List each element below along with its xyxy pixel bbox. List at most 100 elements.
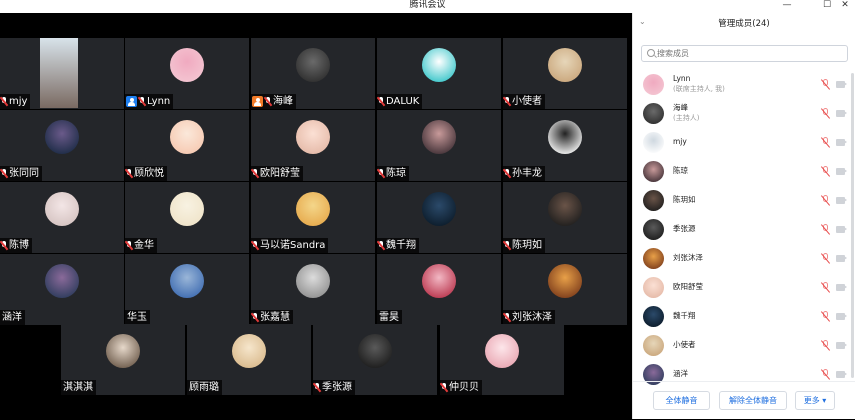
- camera-icon[interactable]: [836, 284, 847, 291]
- camera-icon[interactable]: [836, 139, 847, 146]
- participant-name: 季张源: [322, 382, 352, 393]
- video-tile[interactable]: 魏千翔: [377, 182, 501, 253]
- member-search-input[interactable]: [657, 47, 842, 60]
- participant-name-label: 涵洋: [0, 310, 25, 325]
- close-button[interactable]: ✕: [838, 0, 852, 10]
- more-button[interactable]: 更多 ▾: [795, 391, 835, 410]
- member-name: 陈玥如: [673, 195, 696, 204]
- mic-muted-icon: [126, 169, 132, 178]
- participant-name: 孙丰龙: [512, 168, 542, 179]
- video-tile[interactable]: 金华: [125, 182, 249, 253]
- camera-icon[interactable]: [836, 168, 847, 175]
- camera-icon[interactable]: [836, 371, 847, 378]
- camera-icon[interactable]: [836, 255, 847, 262]
- video-tile[interactable]: 雷昊: [377, 254, 501, 325]
- maximize-button[interactable]: ☐: [820, 0, 834, 10]
- mic-muted-icon: [504, 169, 510, 178]
- member-row[interactable]: (主持人) 海峰: [633, 99, 855, 127]
- video-tile[interactable]: 陈玥如: [503, 182, 627, 253]
- member-search-box[interactable]: [641, 45, 848, 62]
- video-tile[interactable]: 顾欣悦: [125, 110, 249, 181]
- video-tile[interactable]: 张嘉慧: [251, 254, 375, 325]
- mic-muted-icon[interactable]: [822, 79, 829, 90]
- member-name: 欧阳舒莹: [673, 282, 703, 291]
- video-tile[interactable]: 刘张沐泽: [503, 254, 627, 325]
- camera-icon[interactable]: [836, 197, 847, 204]
- video-tile[interactable]: 陈琼: [377, 110, 501, 181]
- mic-muted-icon: [265, 97, 271, 106]
- member-row[interactable]: 欧阳舒莹: [633, 273, 855, 301]
- video-tile[interactable]: 张同同: [0, 110, 124, 181]
- avatar: [548, 48, 582, 82]
- member-row[interactable]: 陈玥如: [633, 186, 855, 214]
- member-row[interactable]: mjy: [633, 128, 855, 156]
- mute-all-button[interactable]: 全体静音: [653, 391, 710, 410]
- member-avatar: [643, 248, 664, 269]
- member-name: 涵洋: [673, 369, 688, 378]
- mic-muted-icon[interactable]: [822, 282, 829, 293]
- member-row[interactable]: 季张源: [633, 215, 855, 243]
- video-tile[interactable]: 孙丰龙: [503, 110, 627, 181]
- avatar: [170, 120, 204, 154]
- mic-muted-icon[interactable]: [822, 224, 829, 235]
- host-icon: [252, 96, 263, 107]
- participant-name-label: 季张源: [313, 380, 355, 395]
- member-avatar: [643, 306, 664, 327]
- unmute-all-button[interactable]: 解除全体静音: [719, 391, 787, 410]
- camera-icon[interactable]: [836, 313, 847, 320]
- member-panel: ⌄ 管理成员(24) (联席主持人, 我) Lynn (主持人) 海峰 mjy 陈琼陈玥如…: [632, 13, 855, 419]
- member-row[interactable]: 魏千翔: [633, 302, 855, 330]
- video-tile[interactable]: 华玉: [125, 254, 249, 325]
- video-tile[interactable]: 季张源: [313, 324, 437, 395]
- avatar: [232, 334, 266, 368]
- mic-muted-icon[interactable]: [822, 166, 829, 177]
- camera-icon[interactable]: [836, 110, 847, 117]
- video-tile[interactable]: 顾雨璐: [187, 324, 311, 395]
- mic-muted-icon: [252, 241, 258, 250]
- mic-muted-icon[interactable]: [822, 311, 829, 322]
- participant-name-label: 雷昊: [377, 310, 402, 325]
- mic-muted-icon[interactable]: [822, 137, 829, 148]
- video-tile[interactable]: 涵洋: [0, 254, 124, 325]
- participant-name-label: 仲贝贝: [440, 380, 482, 395]
- video-tile[interactable]: 小使者: [503, 38, 627, 109]
- video-tile[interactable]: 海峰: [251, 38, 375, 109]
- mic-muted-icon[interactable]: [822, 195, 829, 206]
- scrollbar[interactable]: [851, 73, 854, 378]
- video-tile[interactable]: 马以诺Sandra: [251, 182, 375, 253]
- avatar: [422, 120, 456, 154]
- mic-muted-icon: [378, 169, 384, 178]
- avatar: [548, 192, 582, 226]
- participant-name-label: 华玉: [125, 310, 150, 325]
- mic-muted-icon[interactable]: [822, 369, 829, 380]
- member-row[interactable]: (联席主持人, 我) Lynn: [633, 70, 855, 98]
- video-tile[interactable]: DALUK: [377, 38, 501, 109]
- mic-muted-icon[interactable]: [822, 340, 829, 351]
- host-icon: [126, 96, 137, 107]
- participant-name-label: 小使者: [503, 94, 545, 109]
- member-name: 小使者: [673, 340, 696, 349]
- video-tile[interactable]: 仲贝贝: [440, 324, 564, 395]
- camera-icon[interactable]: [836, 226, 847, 233]
- video-tile[interactable]: Lynn: [125, 38, 249, 109]
- video-tile[interactable]: 陈博: [0, 182, 124, 253]
- member-row[interactable]: 小使者: [633, 331, 855, 359]
- minimize-button[interactable]: —: [780, 0, 794, 10]
- participant-name-label: 魏千翔: [377, 238, 419, 253]
- video-tile[interactable]: mjy: [0, 38, 124, 109]
- video-tile[interactable]: 淇淇淇: [61, 324, 185, 395]
- mic-muted-icon: [1, 241, 7, 250]
- member-row[interactable]: 刘张沐泽: [633, 244, 855, 272]
- member-row[interactable]: 陈琼: [633, 157, 855, 185]
- mic-muted-icon: [378, 97, 384, 106]
- video-tile[interactable]: 欧阳舒莹: [251, 110, 375, 181]
- participant-name-label: 陈博: [0, 238, 32, 253]
- camera-icon[interactable]: [836, 342, 847, 349]
- camera-icon[interactable]: [836, 81, 847, 88]
- member-name: 陈琼: [673, 166, 688, 175]
- participant-name: 马以诺Sandra: [260, 240, 326, 251]
- avatar: [485, 334, 519, 368]
- mic-muted-icon[interactable]: [822, 108, 829, 119]
- participant-name-label: mjy: [0, 94, 31, 109]
- mic-muted-icon[interactable]: [822, 253, 829, 264]
